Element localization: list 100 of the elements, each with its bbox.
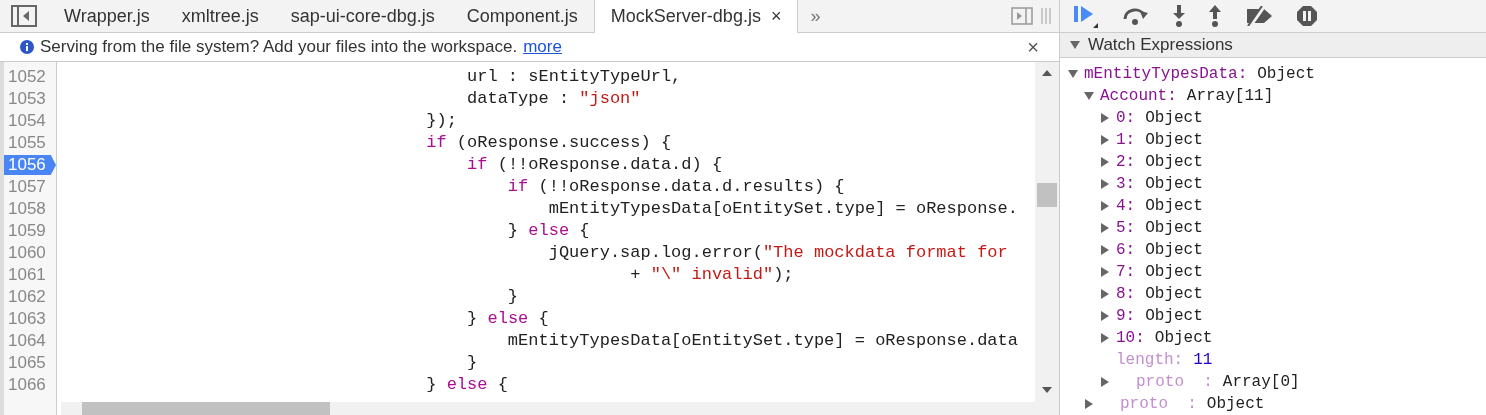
scrollbar-thumb[interactable]: [1037, 183, 1057, 207]
info-message: Serving from the file system? Add your files into the workspace.: [40, 36, 518, 59]
property-value: Object: [1145, 130, 1203, 151]
property-value: Object: [1145, 284, 1203, 305]
code-line: } else {: [466, 308, 550, 330]
line-number: 1053: [7, 88, 47, 110]
property-value: Object: [1145, 240, 1203, 261]
disclosure-icon[interactable]: [1100, 245, 1110, 255]
code-line: }: [506, 286, 520, 308]
line-number: 1064: [7, 330, 47, 352]
resume-icon[interactable]: [1072, 3, 1100, 29]
property-value: Object: [1145, 152, 1203, 173]
property-value: Array[11]: [1186, 86, 1274, 107]
file-tab[interactable]: Wrapper.js: [48, 0, 166, 32]
disclosure-icon[interactable]: [1100, 267, 1110, 277]
file-tab[interactable]: xmltree.js: [165, 0, 275, 32]
step-out-icon[interactable]: [1208, 5, 1222, 27]
property-key: mEntityTypesData:: [1084, 62, 1248, 86]
sidebar-toggle-icon[interactable]: [11, 5, 37, 27]
property-key: proto :: [1116, 370, 1213, 394]
disclosure-icon[interactable]: [1100, 179, 1110, 189]
close-tab-icon[interactable]: ×: [770, 3, 782, 30]
line-number: 1062: [7, 286, 47, 308]
property-value: Array[0]: [1222, 372, 1300, 393]
code-line: }: [466, 352, 479, 374]
code-line: if (oResponse.success) {: [425, 132, 673, 154]
disclosure-icon[interactable]: [1100, 201, 1110, 211]
scroll-down-icon[interactable]: [1042, 387, 1052, 393]
more-link[interactable]: more: [523, 34, 562, 60]
code-line: mEntityTypesData[oEntitySet.type] = oResponse.data: [506, 330, 1019, 352]
section-title: Watch Expressions: [1088, 34, 1233, 57]
info-icon: [20, 40, 34, 54]
property-key: 7:: [1116, 260, 1136, 284]
property-key: 4:: [1116, 194, 1136, 218]
drag-handle-icon[interactable]: [1041, 8, 1051, 24]
property-value: Object: [1145, 306, 1203, 327]
property-key: 10:: [1116, 326, 1145, 350]
code-line: url : sEntityTypeUrl,: [466, 66, 683, 88]
disclosure-icon[interactable]: [1084, 399, 1094, 409]
property-key: Account:: [1100, 84, 1177, 108]
disclosure-icon[interactable]: [1068, 69, 1078, 79]
code-line: if (!!oResponse.data.d.results) {: [506, 176, 846, 198]
line-number: 1052: [7, 66, 47, 88]
property-value: Object: [1145, 108, 1203, 129]
deactivate-breakpoints-icon[interactable]: [1244, 6, 1274, 26]
scroll-up-icon[interactable]: [1042, 70, 1052, 76]
disclosure-icon[interactable]: [1100, 113, 1110, 123]
line-number: 1057: [7, 176, 47, 198]
line-number: 1065: [7, 352, 47, 374]
code-line: });: [425, 110, 458, 132]
property-key: proto :: [1100, 392, 1197, 415]
file-tab[interactable]: MockServer-dbg.js ×: [593, 0, 799, 33]
disclosure-icon[interactable]: [1084, 91, 1094, 101]
step-over-icon[interactable]: [1122, 6, 1150, 26]
line-number: 1059: [7, 220, 47, 242]
code-line: if (!!oResponse.data.d) {: [466, 154, 724, 176]
code-line: } else {: [506, 220, 591, 242]
line-number: 1063: [7, 308, 47, 330]
line-number: 1058: [7, 198, 47, 220]
line-number: 1066: [7, 374, 47, 396]
code-line: mEntityTypesData[oEntitySet.type] = oResponse.: [547, 198, 1019, 220]
property-key: 3:: [1116, 172, 1136, 196]
disclosure-icon[interactable]: [1100, 157, 1110, 167]
code-line: } else {: [425, 374, 509, 396]
line-number: 1060: [7, 242, 47, 264]
disclosure-icon[interactable]: [1070, 40, 1080, 50]
property-value: Object: [1145, 218, 1203, 239]
property-value: Object: [1257, 64, 1315, 85]
line-number: 1061: [7, 264, 47, 286]
code-line: jQuery.sap.log.error("The mockdata format for: [547, 242, 1009, 264]
property-key: 6:: [1116, 238, 1136, 262]
close-button[interactable]: ×: [1027, 37, 1039, 57]
disclosure-icon[interactable]: [1100, 289, 1110, 299]
more-tabs-button[interactable]: »: [798, 0, 833, 32]
property-value: Object: [1206, 394, 1265, 415]
property-value: Object: [1154, 328, 1213, 349]
line-number: 1055: [7, 132, 47, 154]
line-number: 1054: [7, 110, 47, 132]
file-tab[interactable]: sap-ui-core-dbg.js: [274, 0, 451, 32]
step-into-icon[interactable]: [1172, 5, 1186, 27]
property-value: Object: [1145, 174, 1203, 195]
disclosure-icon[interactable]: [1100, 135, 1110, 145]
panel-toggle-icon[interactable]: [1011, 7, 1033, 25]
pause-icon[interactable]: [1296, 5, 1318, 27]
property-key: 5:: [1116, 216, 1136, 240]
property-value: 11: [1193, 350, 1213, 371]
file-tab[interactable]: Component.js: [450, 0, 594, 32]
code-line: + "\" invalid");: [629, 264, 795, 286]
disclosure-icon[interactable]: [1100, 311, 1110, 321]
code-line: dataType : "json": [466, 88, 642, 110]
disclosure-icon[interactable]: [1100, 333, 1110, 343]
property-key: 0:: [1116, 106, 1136, 130]
property-key: 2:: [1116, 150, 1136, 174]
property-key: 9:: [1116, 304, 1136, 328]
watch-expressions-header[interactable]: Watch Expressions: [1060, 33, 1486, 58]
breakpoint-marker[interactable]: 1056: [4, 155, 56, 175]
property-value: Object: [1145, 196, 1203, 217]
disclosure-icon[interactable]: [1100, 223, 1110, 233]
disclosure-icon[interactable]: [1100, 377, 1110, 387]
scrollbar-thumb[interactable]: [82, 402, 330, 415]
